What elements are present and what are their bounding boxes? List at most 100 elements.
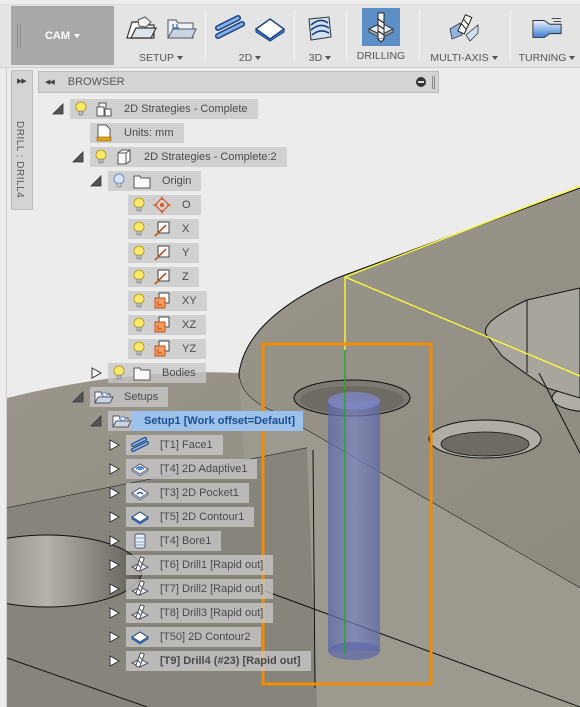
tree-item-body[interactable]: O xyxy=(128,195,201,215)
tree-item-body[interactable]: Y xyxy=(128,243,200,263)
visibility-bulb-icon[interactable] xyxy=(130,268,148,286)
collapse-triangle-icon[interactable] xyxy=(72,151,84,163)
collapse-triangle-icon[interactable] xyxy=(90,415,102,427)
visibility-bulb-icon[interactable] xyxy=(130,196,148,214)
tree-item[interactable]: Setup1 [Work offset=Default] xyxy=(90,411,304,431)
tree-item[interactable]: X xyxy=(128,219,200,239)
close-browser-icon[interactable] xyxy=(416,77,426,87)
tree-item-body[interactable]: XZ xyxy=(128,315,207,335)
tree-item-body[interactable]: [T8] Drill3 [Rapid out] xyxy=(126,603,274,623)
tree-item-body[interactable]: 2D Strategies - Complete xyxy=(70,99,258,119)
visibility-bulb-icon[interactable] xyxy=(130,316,148,334)
multi-axis-menu-button[interactable]: MULTI-AXIS xyxy=(430,52,498,64)
tree-item-body[interactable]: 2D Strategies - Complete:2 xyxy=(90,147,287,167)
tree-item[interactable]: [T4] 2D Adaptive1 xyxy=(108,459,258,479)
units-document-icon xyxy=(94,124,114,142)
3d-menu-button[interactable]: 3D xyxy=(308,52,332,64)
visibility-bulb-icon[interactable] xyxy=(110,364,128,382)
tree-item[interactable]: [T1] Face1 xyxy=(108,435,223,455)
2d-contour-icon[interactable] xyxy=(254,12,286,44)
tree-item-body[interactable]: [T9] Drill4 (#23) [Rapid out] xyxy=(126,651,311,671)
tree-item-body[interactable]: [T6] Drill1 [Rapid out] xyxy=(126,555,274,575)
tree-item[interactable]: [T6] Drill1 [Rapid out] xyxy=(108,555,274,575)
expand-triangle-icon[interactable] xyxy=(108,607,120,619)
drill-icon[interactable] xyxy=(362,8,400,46)
expand-triangle-icon[interactable] xyxy=(108,655,120,667)
visibility-bulb-icon[interactable] xyxy=(130,244,148,262)
tree-item[interactable]: Setups xyxy=(72,387,169,407)
tree-item-body[interactable]: [T4] Bore1 xyxy=(126,531,222,551)
tree-item-body[interactable]: Setup1 [Work offset=Default] xyxy=(108,411,304,431)
expand-triangle-icon[interactable] xyxy=(108,535,120,547)
2d-face-icon[interactable] xyxy=(214,12,246,44)
tree-item[interactable]: Bodies xyxy=(90,363,206,383)
tree-item[interactable]: Origin xyxy=(90,171,202,191)
tree-item-body[interactable]: Z xyxy=(128,267,199,287)
tree-item[interactable]: [T9] Drill4 (#23) [Rapid out] xyxy=(108,651,311,671)
tree-item[interactable]: 2D Strategies - Complete:2 xyxy=(72,147,287,167)
collapse-triangle-icon[interactable] xyxy=(90,175,102,187)
visibility-bulb-icon[interactable] xyxy=(130,220,148,238)
tree-item-body[interactable]: X xyxy=(128,219,200,239)
3d-strategy-icon[interactable] xyxy=(304,12,336,44)
expand-triangle-icon[interactable] xyxy=(108,583,120,595)
tree-item-body[interactable]: [T5] 2D Contour1 xyxy=(126,507,255,527)
tree-item[interactable]: Units: mm xyxy=(90,123,184,143)
tree-item[interactable]: 2D Strategies - Complete xyxy=(52,99,258,119)
tree-item-body[interactable]: Origin xyxy=(108,171,202,191)
tree-item-body[interactable]: Units: mm xyxy=(90,123,184,143)
tree-item-body[interactable]: [T1] Face1 xyxy=(126,435,223,455)
tree-item[interactable]: [T8] Drill3 [Rapid out] xyxy=(108,603,274,623)
visibility-bulb-icon[interactable] xyxy=(110,172,128,190)
tree-item[interactable]: [T5] 2D Contour1 xyxy=(108,507,255,527)
collapse-triangle-icon[interactable] xyxy=(72,391,84,403)
visibility-bulb-icon[interactable] xyxy=(130,340,148,358)
toolbar-group-3d: 3D xyxy=(298,6,342,65)
tree-item[interactable]: XY xyxy=(128,291,207,311)
tree-item-body[interactable]: YZ xyxy=(128,339,207,359)
setup-folder-icon[interactable] xyxy=(165,12,197,44)
tree-item-body[interactable]: [T50] 2D Contour2 xyxy=(126,627,261,647)
tree-item[interactable]: XZ xyxy=(128,315,207,335)
tree-item-body[interactable]: [T7] Drill2 [Rapid out] xyxy=(126,579,274,599)
tree-item[interactable]: Z xyxy=(128,267,199,287)
drilling-button[interactable]: DRILLING xyxy=(357,50,405,62)
expand-triangle-icon[interactable] xyxy=(108,631,120,643)
tree-item[interactable]: [T50] 2D Contour2 xyxy=(108,627,261,647)
tree-item[interactable]: O xyxy=(128,195,201,215)
workspace-switcher[interactable]: CAM xyxy=(11,6,114,65)
collapse-triangle-icon[interactable] xyxy=(52,103,64,115)
tree-item-body[interactable]: XY xyxy=(128,291,207,311)
tree-item-body[interactable]: [T3] 2D Pocket1 xyxy=(126,483,249,503)
visibility-bulb-icon[interactable] xyxy=(72,100,90,118)
2d-menu-button[interactable]: 2D xyxy=(239,52,262,64)
toolbar-grip[interactable] xyxy=(17,24,21,48)
multi-axis-icon[interactable] xyxy=(448,12,480,44)
expand-icon[interactable]: ▶▶ xyxy=(17,77,27,85)
expand-triangle-icon[interactable] xyxy=(90,367,102,379)
resize-grip[interactable] xyxy=(432,76,435,89)
tree-item-body[interactable]: Setups xyxy=(90,387,169,407)
tree-item[interactable]: Y xyxy=(128,243,200,263)
tree-item[interactable]: YZ xyxy=(128,339,207,359)
chevron-down-icon xyxy=(325,56,332,61)
tree-item[interactable]: [T7] Drill2 [Rapid out] xyxy=(108,579,274,599)
tree-item-body[interactable]: Bodies xyxy=(108,363,206,383)
turning-menu-button[interactable]: TURNING xyxy=(519,52,576,64)
expand-triangle-icon[interactable] xyxy=(108,463,120,475)
expand-triangle-icon[interactable] xyxy=(108,487,120,499)
visibility-bulb-icon[interactable] xyxy=(130,292,148,310)
3d-label: 3D xyxy=(308,52,323,64)
turning-icon[interactable] xyxy=(531,12,563,44)
setup-menu-button[interactable]: SETUP xyxy=(139,52,183,64)
tree-item[interactable]: [T3] 2D Pocket1 xyxy=(108,483,249,503)
tree-item-body[interactable]: [T4] 2D Adaptive1 xyxy=(126,459,258,479)
expand-triangle-icon[interactable] xyxy=(108,511,120,523)
visibility-bulb-icon[interactable] xyxy=(92,148,110,166)
operation-tab[interactable]: ▶▶ DRILL : DRILL4 xyxy=(11,70,33,210)
collapse-icon[interactable]: ◀◀ xyxy=(45,78,55,86)
expand-triangle-icon[interactable] xyxy=(108,439,120,451)
expand-triangle-icon[interactable] xyxy=(108,559,120,571)
tree-item[interactable]: [T4] Bore1 xyxy=(108,531,222,551)
new-setup-icon[interactable] xyxy=(125,12,157,44)
